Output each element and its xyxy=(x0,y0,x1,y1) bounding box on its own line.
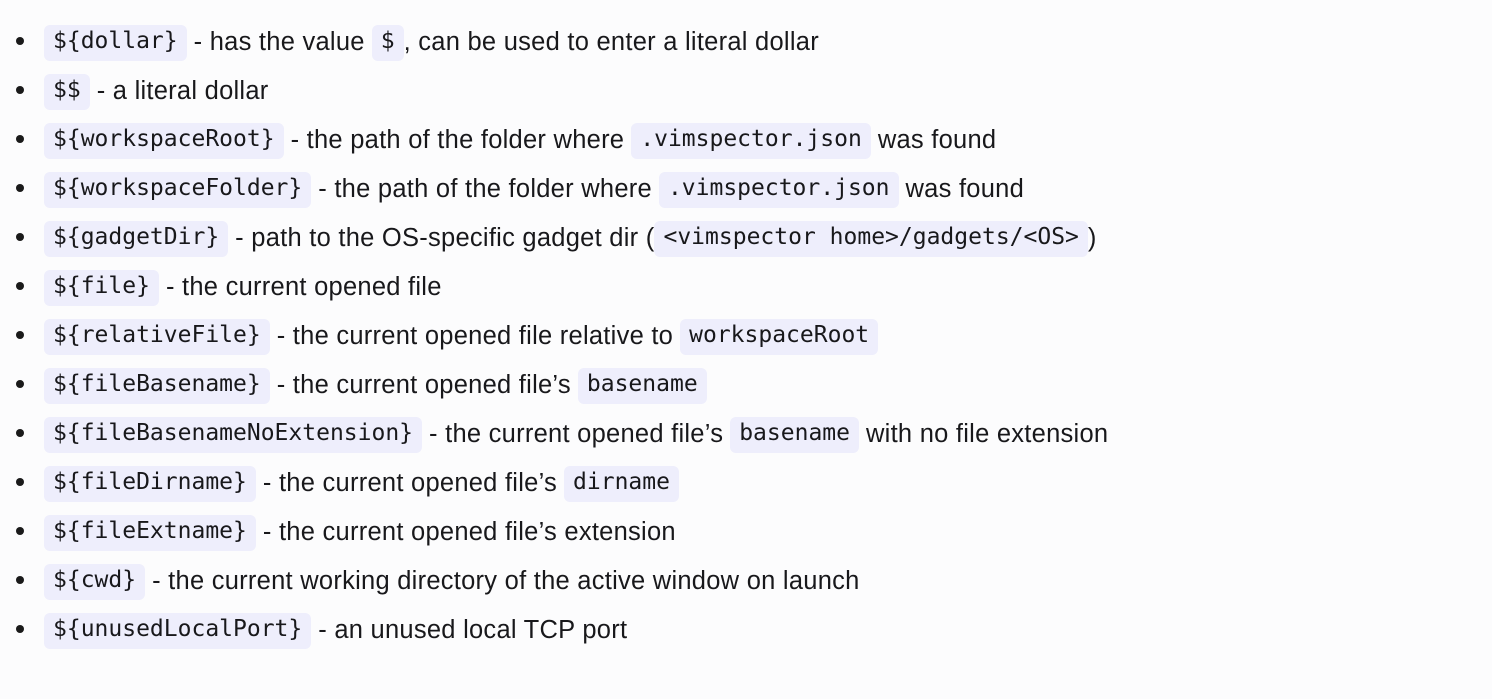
bullet-icon xyxy=(16,134,24,143)
list-item-content: ${fileExtname} - the current opened file’… xyxy=(44,508,683,557)
inline-code: ${fileExtname} xyxy=(44,515,256,551)
prose-text: - the current opened file’s xyxy=(429,420,724,449)
bullet-icon xyxy=(16,624,24,633)
list-item-content: ${fileBasename} - the current opened file… xyxy=(44,361,707,410)
bullet-icon xyxy=(16,183,24,192)
prose-text: - has the value xyxy=(193,28,365,57)
list-item-content: ${unusedLocalPort} - an unused local TCP … xyxy=(44,606,634,655)
prose-text: - the current opened file relative to xyxy=(276,322,674,351)
inline-code: .vimspector.json xyxy=(658,172,899,208)
bullet-icon xyxy=(16,330,24,339)
page-root: { "theme": { "page_background": "#fcfcfd… xyxy=(0,0,1492,699)
list-item-double-dollar: $$ - a literal dollar xyxy=(0,65,1492,114)
list-item-file-basename: ${fileBasename} - the current opened file… xyxy=(0,359,1492,408)
inline-code: basename xyxy=(730,417,859,453)
prose-text: , can be used to enter a literal dollar xyxy=(403,28,819,57)
list-item-gadget-dir: ${gadgetDir} - path to the OS-specific ga… xyxy=(0,212,1492,261)
list-item-content: $$ - a literal dollar xyxy=(44,67,276,116)
prose-text: - the current opened file’s extension xyxy=(262,518,676,547)
prose-text: - path to the OS-specific gadget dir ( xyxy=(235,224,655,253)
inline-code: ${workspaceFolder} xyxy=(44,172,312,208)
inline-code: ${workspaceRoot} xyxy=(44,123,284,159)
bullet-icon xyxy=(16,85,24,94)
prose-text: - the current opened file xyxy=(165,273,442,302)
list-item-dollar: ${dollar} - has the value $, can be used t… xyxy=(0,16,1492,65)
list-item-content: ${workspaceFolder} - the path of the fold… xyxy=(44,165,1031,214)
bullet-icon xyxy=(16,526,24,535)
prose-text: - a literal dollar xyxy=(96,77,269,106)
prose-text: - the current opened file’s xyxy=(262,469,558,498)
list-item-unused-local-port: ${unusedLocalPort} - an unused local TCP … xyxy=(0,604,1492,653)
inline-code: ${fileDirname} xyxy=(44,466,256,502)
list-item-content: ${dollar} - has the value $, can be used t… xyxy=(44,18,826,67)
inline-code: ${fileBasenameNoExtension} xyxy=(44,417,423,453)
inline-code: .vimspector.json xyxy=(631,123,871,159)
inline-code: ${unusedLocalPort} xyxy=(44,613,312,649)
inline-code: ${file} xyxy=(44,270,159,306)
inline-code: ${dollar} xyxy=(44,25,187,61)
prose-text: - an unused local TCP port xyxy=(318,616,628,645)
list-item-content: ${gadgetDir} - path to the OS-specific ga… xyxy=(44,214,1104,263)
list-item-content: ${relativeFile} - the current opened file… xyxy=(44,312,879,361)
prose-text: ) xyxy=(1087,224,1097,253)
inline-code: dirname xyxy=(564,466,679,502)
prose-text: was found xyxy=(877,126,997,155)
inline-code: $ xyxy=(371,25,404,61)
variable-list: ${dollar} - has the value $, can be used t… xyxy=(0,16,1492,653)
inline-code: <vimspector home>/gadgets/<OS> xyxy=(654,221,1088,257)
inline-code: workspaceRoot xyxy=(680,319,879,355)
list-item-file-extname: ${fileExtname} - the current opened file’… xyxy=(0,506,1492,555)
inline-code: ${gadgetDir} xyxy=(44,221,229,257)
bullet-icon xyxy=(16,36,24,45)
list-item-file-dirname: ${fileDirname} - the current opened file’… xyxy=(0,457,1492,506)
prose-text: - the path of the folder where xyxy=(318,175,652,204)
prose-text: - the path of the folder where xyxy=(290,126,625,155)
list-item-cwd: ${cwd} - the current working directory of… xyxy=(0,555,1492,604)
list-item-content: ${fileDirname} - the current opened file’… xyxy=(44,459,679,508)
bullet-icon xyxy=(16,575,24,584)
list-item-workspace-root: ${workspaceRoot} - the path of the folder… xyxy=(0,114,1492,163)
inline-code: $$ xyxy=(44,74,90,110)
list-item-content: ${cwd} - the current working directory of… xyxy=(44,557,867,606)
inline-code: ${cwd} xyxy=(44,564,146,600)
document-body: ${dollar} - has the value $, can be used t… xyxy=(0,0,1492,653)
inline-code: ${fileBasename} xyxy=(44,368,270,404)
bullet-icon xyxy=(16,379,24,388)
list-item-file: ${file} - the current opened file xyxy=(0,261,1492,310)
inline-code: basename xyxy=(577,368,707,404)
prose-text: - the current opened file’s xyxy=(276,371,571,400)
list-item-relative-file: ${relativeFile} - the current opened file… xyxy=(0,310,1492,359)
bullet-icon xyxy=(16,477,24,486)
list-item-content: ${workspaceRoot} - the path of the folder… xyxy=(44,116,1003,165)
prose-text: - the current working directory of the a… xyxy=(152,567,860,596)
bullet-icon xyxy=(16,428,24,437)
bullet-icon xyxy=(16,232,24,241)
list-item-content: ${fileBasenameNoExtension} - the current … xyxy=(44,410,1115,459)
prose-text: with no file extension xyxy=(865,420,1109,449)
bullet-icon xyxy=(16,281,24,290)
inline-code: ${relativeFile} xyxy=(44,319,270,355)
prose-text: was found xyxy=(905,175,1025,204)
list-item-workspace-folder: ${workspaceFolder} - the path of the fold… xyxy=(0,163,1492,212)
list-item-file-basename-no-extension: ${fileBasenameNoExtension} - the current … xyxy=(0,408,1492,457)
list-item-content: ${file} - the current opened file xyxy=(44,263,449,312)
